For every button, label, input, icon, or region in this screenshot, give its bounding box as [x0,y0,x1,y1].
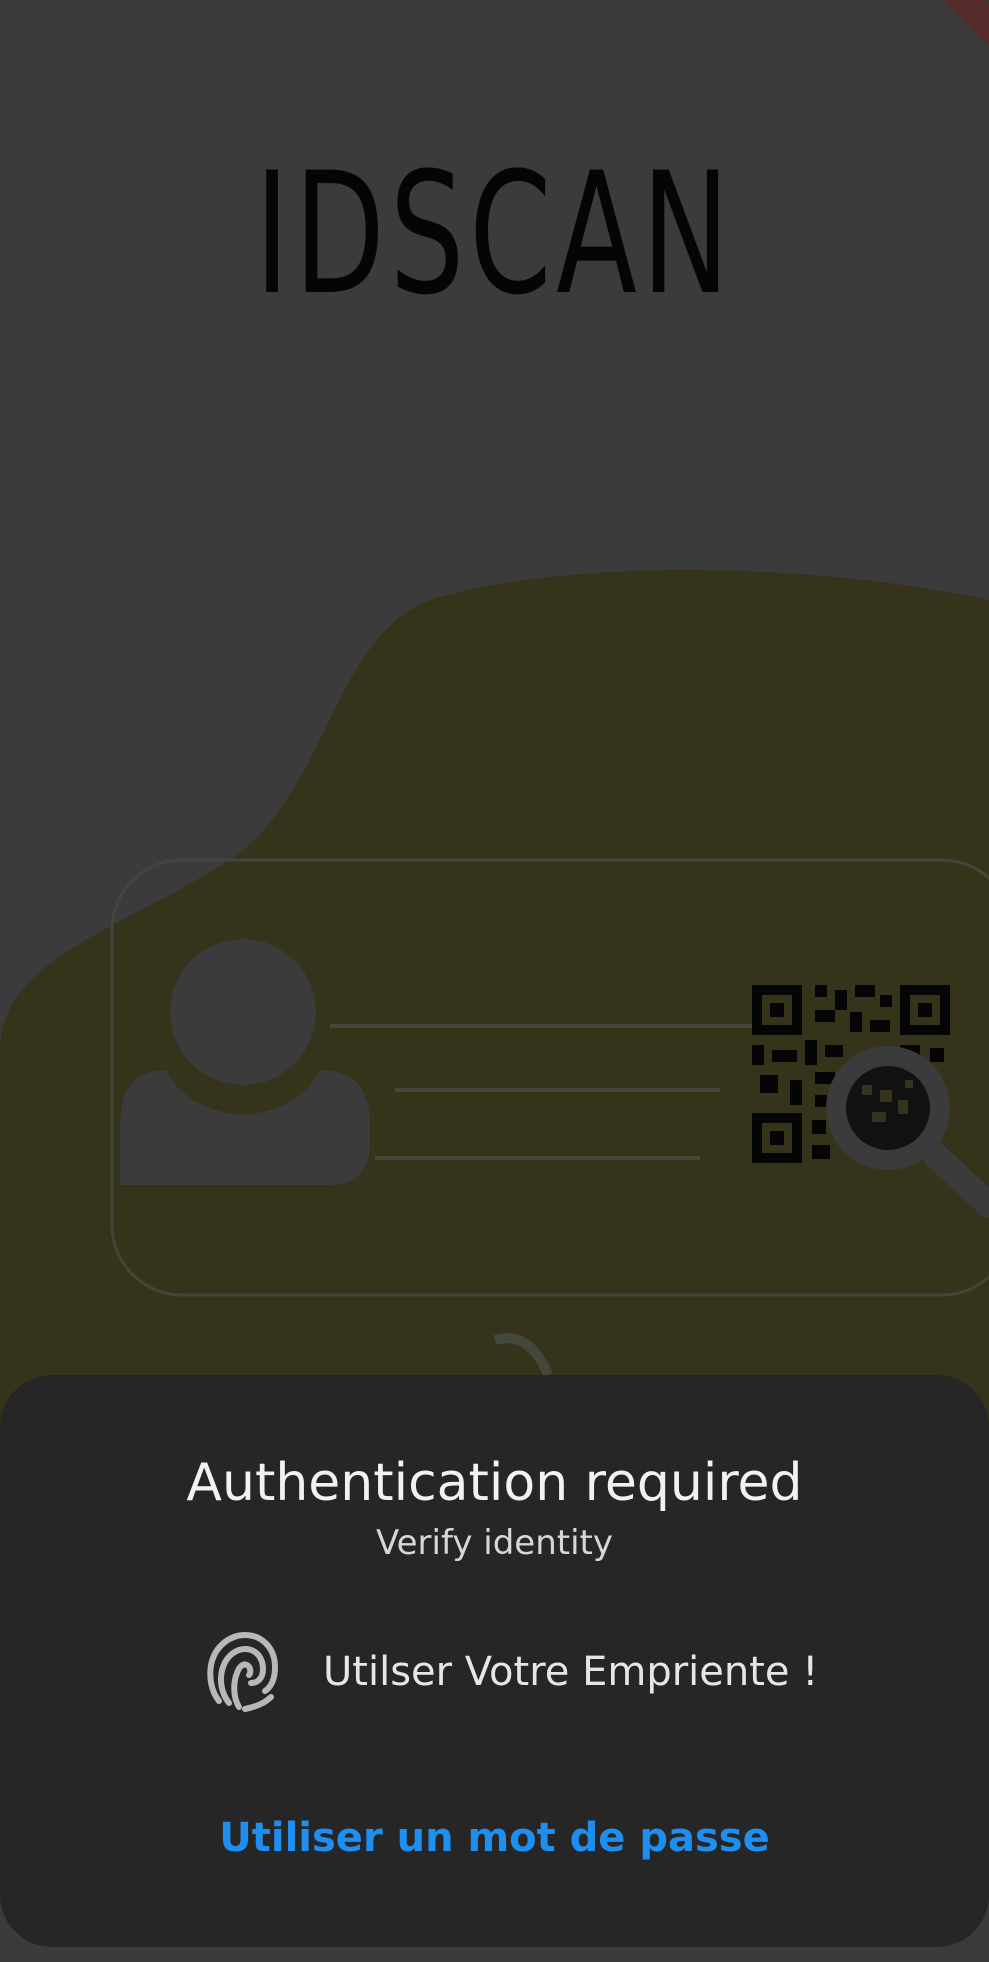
app-screen: IDSCAN Authentication required Verify id… [0,0,989,1962]
debug-banner [901,0,989,73]
id-card-illustration [0,570,989,1440]
authentication-dialog: Authentication required Verify identity … [0,1375,989,1947]
fingerprint-prompt-row: Utilser Votre Empriente ! [205,1627,818,1717]
dialog-subtitle: Verify identity [376,1523,613,1563]
avatar-head [170,939,316,1085]
app-logo: IDSCAN [254,136,735,332]
use-password-button[interactable]: Utiliser un mot de passe [0,1815,989,1861]
fingerprint-prompt-label: Utilser Votre Empriente ! [323,1649,819,1695]
fingerprint-icon[interactable] [205,1629,281,1715]
dialog-title: Authentication required [186,1453,803,1513]
